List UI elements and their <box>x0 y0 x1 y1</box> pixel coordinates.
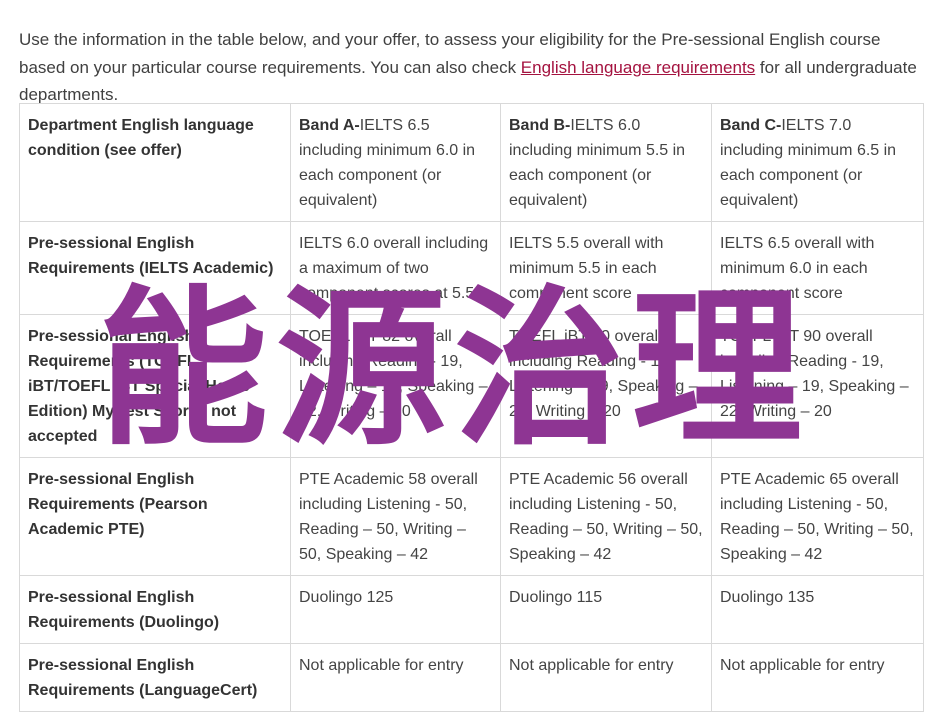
row-label-duolingo: Pre-sessional English Requirements (Duol… <box>19 575 291 644</box>
row-label-ielts: Pre-sessional English Requirements (IELT… <box>19 221 291 315</box>
table-cell: IELTS 6.0 overall including a maximum of… <box>290 221 501 315</box>
table-row: Pre-sessional English Requirements (Pear… <box>19 457 924 576</box>
band-a-name: Band A- <box>299 117 360 134</box>
table-cell: IELTS 6.5 overall with minimum 6.0 in ea… <box>711 221 924 315</box>
header-band-a-cell: Band A-IELTS 6.5 including minimum 6.0 i… <box>290 103 501 222</box>
table-cell: Duolingo 115 <box>500 575 712 644</box>
english-requirements-link[interactable]: English language requirements <box>521 58 755 77</box>
table-row: Pre-sessional English Requirements (IELT… <box>19 221 924 315</box>
table-cell: TOEFL iBT 90 overall including Reading -… <box>711 314 924 458</box>
table-cell: IELTS 5.5 overall with minimum 5.5 in ea… <box>500 221 712 315</box>
table-cell: Not applicable for entry <box>500 643 712 712</box>
band-b-name: Band B- <box>509 117 571 134</box>
row-label-pte: Pre-sessional English Requirements (Pear… <box>19 457 291 576</box>
band-c-name: Band C- <box>720 117 782 134</box>
table-row: Pre-sessional English Requirements (Lang… <box>19 643 924 712</box>
table-cell: TOEFL iBT 80 overall including Reading -… <box>500 314 712 458</box>
row-label-languagecert: Pre-sessional English Requirements (Lang… <box>19 643 291 712</box>
table-cell: Not applicable for entry <box>290 643 501 712</box>
table-row: Pre-sessional English Requirements (TOEF… <box>19 314 924 458</box>
table-header-row: Department English language condition (s… <box>19 103 924 222</box>
header-band-b-cell: Band B-IELTS 6.0 including minimum 5.5 i… <box>500 103 712 222</box>
table-cell: PTE Academic 65 overall including Listen… <box>711 457 924 576</box>
table-cell: Duolingo 135 <box>711 575 924 644</box>
table-cell: Duolingo 125 <box>290 575 501 644</box>
table-cell: PTE Academic 58 overall including Listen… <box>290 457 501 576</box>
table-cell: TOEFL iBT 82 overall including Reading -… <box>290 314 501 458</box>
table-cell: PTE Academic 56 overall including Listen… <box>500 457 712 576</box>
header-band-c-cell: Band C-IELTS 7.0 including minimum 6.5 i… <box>711 103 924 222</box>
header-condition-cell: Department English language condition (s… <box>19 103 291 222</box>
table-row: Pre-sessional English Requirements (Duol… <box>19 575 924 644</box>
row-label-toefl: Pre-sessional English Requirements (TOEF… <box>19 314 291 458</box>
table-cell: Not applicable for entry <box>711 643 924 712</box>
intro-paragraph: Use the information in the table below, … <box>19 26 924 109</box>
requirements-table: Department English language condition (s… <box>19 103 924 712</box>
